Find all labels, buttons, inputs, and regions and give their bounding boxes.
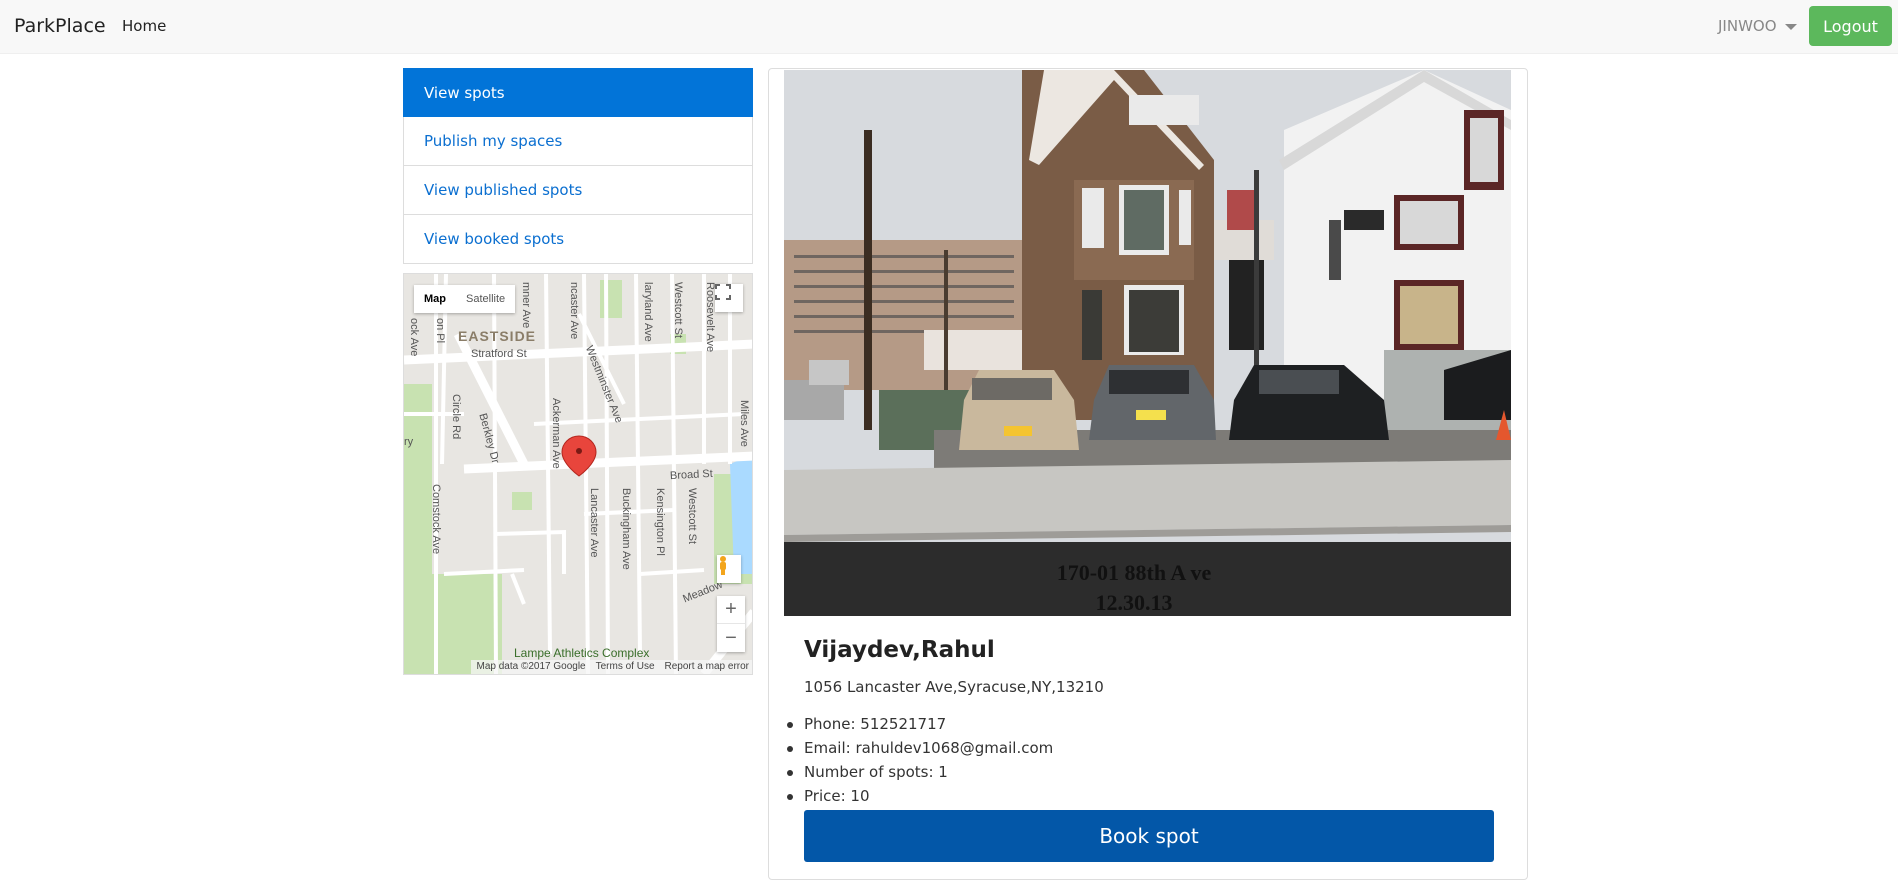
map-label-on: on Pl (434, 318, 446, 344)
zoom-control: + − (717, 596, 745, 652)
spot-details-list: Phone: 512521717 Email: rahuldev1068@gma… (786, 715, 1053, 811)
map-label-broad: Broad St (669, 467, 714, 483)
brand-logo[interactable]: ParkPlace (14, 15, 106, 37)
map-label-ackerman: Ackerman Ave (550, 398, 562, 469)
logout-button[interactable]: Logout (1809, 6, 1892, 46)
map-label-stratford: Stratford St (471, 348, 527, 360)
map-label-circle: Circle Rd (450, 394, 462, 440)
top-navbar: ParkPlace Home JINWOO Logout (0, 0, 1898, 54)
zoom-in-button[interactable]: + (717, 596, 745, 624)
map-report-link[interactable]: Report a map error (659, 660, 752, 674)
user-menu[interactable]: JINWOO (1718, 17, 1797, 35)
book-spot-button[interactable]: Book spot (804, 810, 1494, 862)
map-label-westcott: Westcott St (686, 488, 698, 545)
map-label-miles: Miles Ave (738, 400, 750, 447)
map-widget[interactable]: EASTSIDE Stratford St Broad St Westminst… (403, 273, 753, 675)
map-label-comstock: Comstock Ave (430, 484, 442, 555)
sidebar-item-publish-spaces[interactable]: Publish my spaces (403, 117, 753, 166)
map-label-sumner: mner Ave (520, 282, 532, 329)
spot-photo: 170-01 88th A ve 12.30.13 (784, 70, 1511, 616)
detail-email: Email: rahuldev1068@gmail.com (786, 739, 1053, 763)
map-data-credit: Map data ©2017 Google (471, 660, 591, 674)
caret-down-icon (1784, 23, 1797, 30)
map-label-lancaster-north: ncaster Ave (568, 282, 580, 340)
sidebar-item-view-booked[interactable]: View booked spots (403, 215, 753, 264)
fullscreen-icon[interactable] (715, 284, 743, 312)
map-type-satellite-button[interactable]: Satellite (456, 285, 515, 313)
spot-address: 1056 Lancaster Ave,Syracuse,NY,13210 (804, 678, 1104, 696)
map-label-lancaster: Lancaster Ave (588, 488, 600, 558)
spot-owner-name: Vijaydev,Rahul (804, 637, 995, 663)
sidebar-item-view-spots[interactable]: View spots (403, 68, 753, 117)
user-name: JINWOO (1718, 17, 1777, 35)
zoom-out-button[interactable]: − (717, 624, 745, 652)
spot-detail-card: 170-01 88th A ve 12.30.13 Vijaydev,Rahul… (768, 68, 1528, 880)
pegman-icon[interactable] (717, 555, 741, 583)
map-label-ock: ock Ave (408, 318, 420, 357)
map-label-lampe: Lampe Athletics Complex (514, 646, 650, 660)
nav-home-link[interactable]: Home (122, 17, 166, 35)
detail-price: Price: 10 (786, 787, 1053, 811)
photo-caption-line2: 12.30.13 (1095, 590, 1173, 615)
detail-phone: Phone: 512521717 (786, 715, 1053, 739)
map-footer: Map data ©2017 Google Terms of Use Repor… (404, 660, 752, 674)
map-label-maryland: laryland Ave (642, 282, 654, 342)
sidebar-menu: View spots Publish my spaces View publis… (403, 68, 753, 264)
map-label-buckingham: Buckingham Ave (620, 488, 632, 570)
spot-photo-illustration (784, 70, 1511, 616)
sidebar-item-view-published[interactable]: View published spots (403, 166, 753, 215)
map-label-eastside: EASTSIDE (458, 328, 537, 344)
photo-caption-line1: 170-01 88th A ve (1056, 560, 1212, 585)
detail-number-of-spots: Number of spots: 1 (786, 763, 1053, 787)
map-type-control: Map Satellite (414, 285, 516, 313)
map-label-westcott-north: Westcott St (672, 282, 684, 339)
map-label-kensington: Kensington Pl (654, 488, 666, 556)
photo-caption: 170-01 88th A ve 12.30.13 (944, 558, 1324, 616)
map-type-map-button[interactable]: Map (414, 285, 456, 313)
map-label-ry: ry (404, 436, 414, 448)
map-terms-link[interactable]: Terms of Use (590, 660, 660, 674)
